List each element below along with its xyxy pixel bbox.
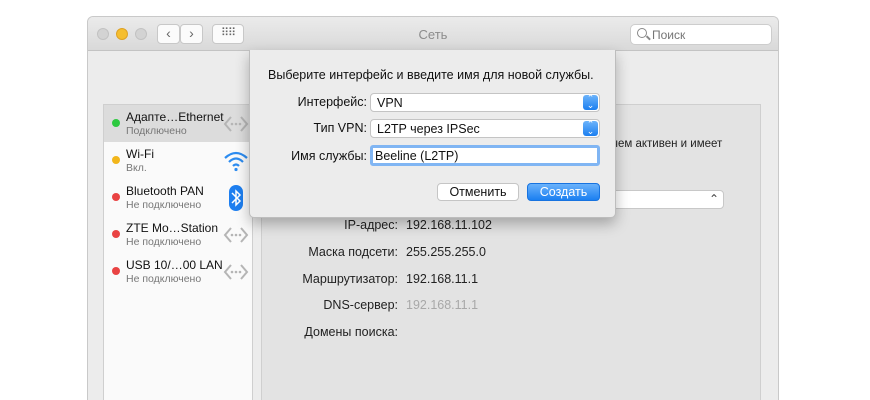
subnet-mask-label: Маска подсети:	[308, 245, 398, 259]
service-status: Вкл.	[126, 162, 147, 174]
search-input[interactable]	[652, 27, 768, 42]
service-status: Не подключено	[126, 199, 202, 211]
ip-address-label: IP-адрес:	[344, 218, 398, 232]
ethernet-icon	[223, 116, 249, 132]
create-button[interactable]: Создать	[527, 183, 600, 201]
ip-address-value: 192.168.11.102	[406, 218, 492, 232]
service-name: Bluetooth PAN	[126, 184, 204, 198]
service-name: USB 10/…00 LAN	[126, 258, 223, 272]
service-status: Подключено	[126, 125, 187, 137]
service-item-wifi[interactable]: Wi-Fi Вкл.	[104, 142, 252, 179]
status-dot-green	[112, 119, 120, 127]
bluetooth-icon	[229, 185, 243, 211]
chevron-updown-icon: ⌃	[708, 192, 719, 206]
search-domains-label: Домены поиска:	[304, 325, 398, 339]
status-dot-red	[112, 230, 120, 238]
service-item-usb-lan[interactable]: USB 10/…00 LAN Не подключено	[104, 253, 252, 290]
service-list: Адапте…Ethernet Подключено Wi-Fi Вкл. Bl…	[103, 104, 253, 400]
vpn-type-label: Тип VPN:	[313, 121, 368, 135]
cancel-button[interactable]: Отменить	[437, 183, 519, 201]
service-status: Не подключено	[126, 236, 202, 248]
service-item-zte-modem[interactable]: ZTE Mo…Station Не подключено	[104, 216, 252, 253]
interface-value: VPN	[377, 96, 403, 110]
chevron-updown-icon: ⌃ ⌄	[583, 94, 598, 110]
status-dot-yellow	[112, 156, 120, 164]
title-bar: ‹ › ⠿⠿ Сеть	[88, 17, 778, 51]
interface-label: Интерфейс:	[297, 95, 367, 109]
sheet-prompt: Выберите интерфейс и введите имя для нов…	[268, 68, 594, 82]
vpn-type-value: L2TP через IPSec	[377, 122, 480, 136]
router-label: Маршрутизатор:	[302, 272, 398, 286]
service-name: Wi-Fi	[126, 147, 154, 161]
search-icon	[637, 28, 647, 38]
service-item-ethernet[interactable]: Адапте…Ethernet Подключено	[104, 105, 252, 142]
dns-server-label: DNS-сервер:	[323, 298, 398, 312]
wifi-icon	[224, 151, 248, 172]
service-item-bluetooth-pan[interactable]: Bluetooth PAN Не подключено	[104, 179, 252, 216]
service-name-label: Имя службы:	[291, 149, 367, 163]
subnet-mask-value: 255.255.255.0	[406, 245, 486, 259]
status-dot-red	[112, 193, 120, 201]
status-dot-red	[112, 267, 120, 275]
router-value: 192.168.11.1	[406, 272, 479, 286]
chevron-updown-icon: ⌃ ⌄	[583, 120, 598, 136]
service-status: Не подключено	[126, 273, 202, 285]
interface-select[interactable]: VPN ⌃ ⌄	[370, 93, 600, 112]
service-name: ZTE Mo…Station	[126, 221, 219, 235]
service-name-input[interactable]	[370, 145, 600, 166]
service-name: Адапте…Ethernet	[126, 110, 224, 124]
dns-server-value: 192.168.11.1	[406, 298, 479, 312]
search-field[interactable]	[630, 24, 772, 45]
status-description: чем активен и имеет	[612, 138, 723, 150]
configure-select[interactable]: ⌃	[612, 190, 724, 209]
vpn-type-select[interactable]: L2TP через IPSec ⌃ ⌄	[370, 119, 600, 138]
new-service-sheet: Выберите интерфейс и введите имя для нов…	[249, 50, 616, 218]
